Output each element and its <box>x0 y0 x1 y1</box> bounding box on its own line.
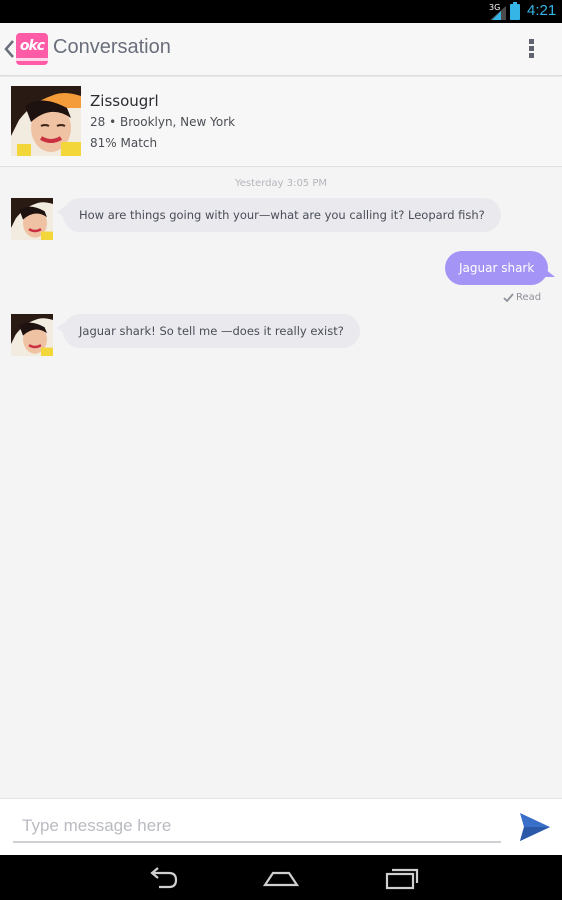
logo-stripe <box>16 58 48 61</box>
recent-apps-icon[interactable] <box>384 865 420 891</box>
profile-location: 28 • Brooklyn, New York <box>90 115 236 129</box>
check-icon <box>503 292 514 302</box>
profile-name: Zissougrl <box>90 92 159 110</box>
read-status-label: Read <box>516 292 542 303</box>
read-receipt: Read <box>503 292 541 303</box>
send-icon[interactable] <box>519 812 551 842</box>
message-text: How are things going with your—what are … <box>79 208 485 222</box>
avatar[interactable] <box>11 198 53 240</box>
message-bubble-incoming[interactable]: How are things going with your—what are … <box>57 198 501 232</box>
status-bar: 3G 4:21 <box>0 0 562 23</box>
signal-icon <box>490 6 506 20</box>
profile-header[interactable]: Zissougrl 28 • Brooklyn, New York 81% Ma… <box>0 77 562 167</box>
message-input[interactable] <box>13 811 501 843</box>
message-text: Jaguar shark <box>459 261 535 275</box>
okc-logo[interactable]: okc <box>16 33 48 65</box>
overflow-menu-icon[interactable] <box>524 38 538 62</box>
home-icon[interactable] <box>263 865 299 891</box>
profile-match: 81% Match <box>90 136 158 150</box>
message-text: Jaguar shark! So tell me —does it really… <box>79 324 344 338</box>
back-chevron-icon[interactable] <box>3 38 17 60</box>
message-bubble-outgoing[interactable]: Jaguar shark <box>445 251 556 285</box>
clock: 4:21 <box>527 2 557 19</box>
avatar[interactable] <box>11 314 53 356</box>
page-title: Conversation <box>53 36 171 58</box>
message-bubble-incoming[interactable]: Jaguar shark! So tell me —does it really… <box>57 314 360 348</box>
okc-logo-text: okc <box>19 38 45 54</box>
back-icon[interactable] <box>145 865 179 891</box>
navigation-bar <box>0 855 562 900</box>
profile-photo[interactable] <box>11 86 81 156</box>
message-timestamp: Yesterday 3:05 PM <box>234 178 328 189</box>
action-bar: okc Conversation <box>0 23 562 76</box>
battery-charging-icon <box>510 2 520 20</box>
message-composer <box>0 798 562 855</box>
